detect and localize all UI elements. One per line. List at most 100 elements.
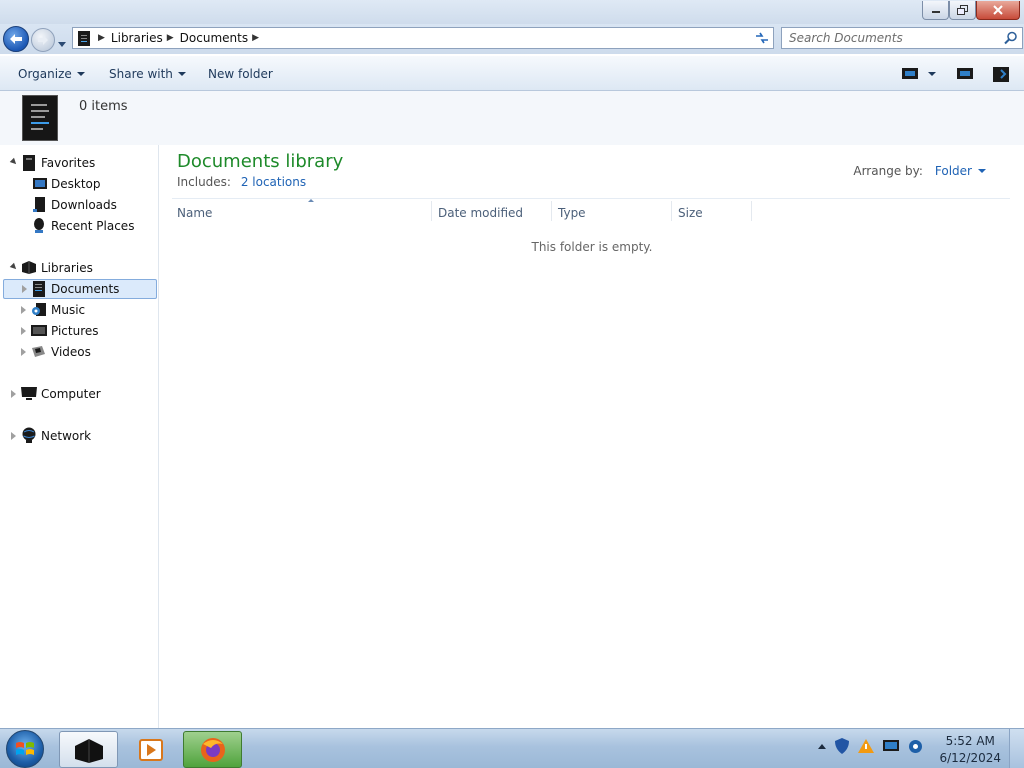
breadcrumb-separator[interactable]: ▶ bbox=[167, 33, 174, 43]
preview-pane-button[interactable] bbox=[957, 67, 973, 83]
breadcrumb-documents[interactable]: Documents bbox=[180, 31, 248, 45]
locations-link[interactable]: 2 locations bbox=[241, 175, 306, 189]
address-bar[interactable]: ▶ Libraries ▶ Documents ▶ bbox=[72, 27, 774, 49]
back-button[interactable] bbox=[3, 26, 29, 52]
new-folder-button[interactable]: New folder bbox=[208, 67, 273, 81]
windows-logo-icon bbox=[16, 742, 34, 755]
share-with-menu[interactable]: Share with bbox=[109, 67, 186, 81]
desktop-icon bbox=[32, 177, 48, 192]
content-pane: Documents library Includes: 2 locations … bbox=[160, 145, 1024, 728]
sidebar-item-desktop[interactable]: Desktop bbox=[0, 174, 157, 194]
title-bar bbox=[0, 0, 1024, 24]
organize-label: Organize bbox=[18, 67, 72, 81]
new-folder-label: New folder bbox=[208, 67, 273, 81]
clock-date: 6/12/2024 bbox=[939, 751, 1001, 765]
system-tray bbox=[818, 738, 932, 754]
breadcrumb-separator[interactable]: ▶ bbox=[98, 33, 105, 43]
network-icon bbox=[21, 427, 37, 443]
sidebar-item-music[interactable]: Music bbox=[0, 300, 157, 320]
tree-label-libraries: Libraries bbox=[41, 261, 93, 275]
tree-libraries[interactable]: Libraries bbox=[0, 258, 157, 278]
refresh-button[interactable] bbox=[750, 27, 774, 49]
forward-button[interactable] bbox=[31, 28, 55, 52]
view-icon bbox=[902, 68, 936, 79]
breadcrumb-libraries[interactable]: Libraries bbox=[111, 31, 163, 45]
chevron-down-icon bbox=[978, 169, 986, 173]
sidebar-item-label: Music bbox=[51, 303, 86, 317]
sidebar-item-label: Videos bbox=[51, 345, 91, 359]
window-controls bbox=[922, 1, 1020, 20]
sidebar-item-pictures[interactable]: Pictures bbox=[0, 321, 157, 341]
tree-network[interactable]: Network bbox=[0, 426, 157, 446]
computer-icon bbox=[21, 386, 37, 401]
library-includes: Includes: 2 locations bbox=[177, 175, 306, 189]
column-type[interactable]: Type bbox=[558, 206, 586, 220]
column-date-modified[interactable]: Date modified bbox=[438, 206, 523, 220]
expand-arrow-icon[interactable] bbox=[22, 285, 27, 293]
network-status-icon[interactable] bbox=[883, 739, 899, 753]
column-size[interactable]: Size bbox=[678, 206, 703, 220]
column-divider[interactable] bbox=[431, 201, 432, 221]
sidebar-item-label: Desktop bbox=[51, 177, 101, 191]
arrange-by-dropdown[interactable]: Folder bbox=[935, 164, 986, 178]
show-hidden-icons-icon[interactable] bbox=[818, 743, 826, 749]
includes-label: Includes: bbox=[177, 175, 231, 189]
sidebar-item-downloads[interactable]: Downloads bbox=[0, 195, 157, 215]
minimize-button[interactable] bbox=[922, 1, 949, 20]
sidebar-item-videos[interactable]: Videos bbox=[0, 342, 157, 362]
taskbar-firefox-button[interactable] bbox=[183, 731, 242, 768]
expand-arrow-icon[interactable] bbox=[21, 306, 26, 314]
help-button[interactable] bbox=[993, 67, 1009, 85]
arrange-by: Arrange by: Folder bbox=[853, 164, 986, 178]
close-icon bbox=[993, 5, 1003, 15]
navigation-pane: Favorites Desktop Downloads Recent Place… bbox=[0, 145, 159, 728]
expand-arrow-icon[interactable] bbox=[9, 262, 19, 272]
column-divider[interactable] bbox=[551, 201, 552, 221]
clock-time: 5:52 AM bbox=[945, 734, 995, 748]
breadcrumb-separator[interactable]: ▶ bbox=[252, 33, 259, 43]
tree-label-computer: Computer bbox=[41, 387, 101, 401]
column-divider[interactable] bbox=[751, 201, 752, 221]
tree-label-favorites: Favorites bbox=[41, 156, 96, 170]
expand-arrow-icon[interactable] bbox=[9, 157, 19, 167]
close-button[interactable] bbox=[976, 1, 1020, 20]
warning-icon[interactable] bbox=[858, 739, 874, 753]
search-icon[interactable] bbox=[1004, 31, 1018, 45]
sidebar-item-label: Documents bbox=[51, 282, 120, 296]
expand-arrow-icon[interactable] bbox=[11, 432, 16, 440]
recent-pages-dropdown[interactable] bbox=[58, 36, 66, 50]
tree-favorites[interactable]: Favorites bbox=[0, 153, 157, 173]
search-input[interactable] bbox=[789, 31, 999, 45]
sidebar-item-documents[interactable]: Documents bbox=[3, 279, 157, 299]
tree-computer[interactable]: Computer bbox=[0, 384, 157, 404]
documents-icon bbox=[32, 281, 48, 297]
search-box[interactable] bbox=[781, 27, 1023, 49]
item-count: 0 items bbox=[79, 99, 128, 114]
shield-icon[interactable] bbox=[835, 738, 849, 754]
minimize-icon bbox=[931, 11, 940, 13]
share-with-label: Share with bbox=[109, 67, 173, 81]
libraries-icon bbox=[74, 738, 103, 763]
clock[interactable]: 5:52 AM 6/12/2024 bbox=[939, 733, 1001, 767]
show-desktop-button[interactable] bbox=[1009, 729, 1024, 768]
expand-arrow-icon[interactable] bbox=[21, 327, 26, 335]
column-divider[interactable] bbox=[671, 201, 672, 221]
view-options-button[interactable] bbox=[902, 67, 938, 83]
arrange-by-label: Arrange by: bbox=[853, 164, 923, 178]
expand-arrow-icon[interactable] bbox=[21, 348, 26, 356]
taskbar-media-player-button[interactable] bbox=[121, 731, 180, 768]
sidebar-item-recent-places[interactable]: Recent Places bbox=[0, 216, 157, 236]
volume-icon[interactable] bbox=[908, 739, 923, 754]
downloads-icon bbox=[32, 197, 48, 212]
restore-icon bbox=[956, 5, 968, 15]
restore-button[interactable] bbox=[949, 1, 976, 20]
taskbar-explorer-button[interactable] bbox=[59, 731, 118, 768]
organize-menu[interactable]: Organize bbox=[18, 67, 85, 81]
sidebar-item-label: Pictures bbox=[51, 324, 99, 338]
refresh-icon bbox=[755, 32, 768, 44]
column-name[interactable]: Name bbox=[177, 206, 212, 220]
details-header: 0 items bbox=[0, 91, 1024, 145]
arrange-by-value: Folder bbox=[934, 164, 972, 178]
start-button[interactable] bbox=[6, 730, 44, 768]
expand-arrow-icon[interactable] bbox=[11, 390, 16, 398]
